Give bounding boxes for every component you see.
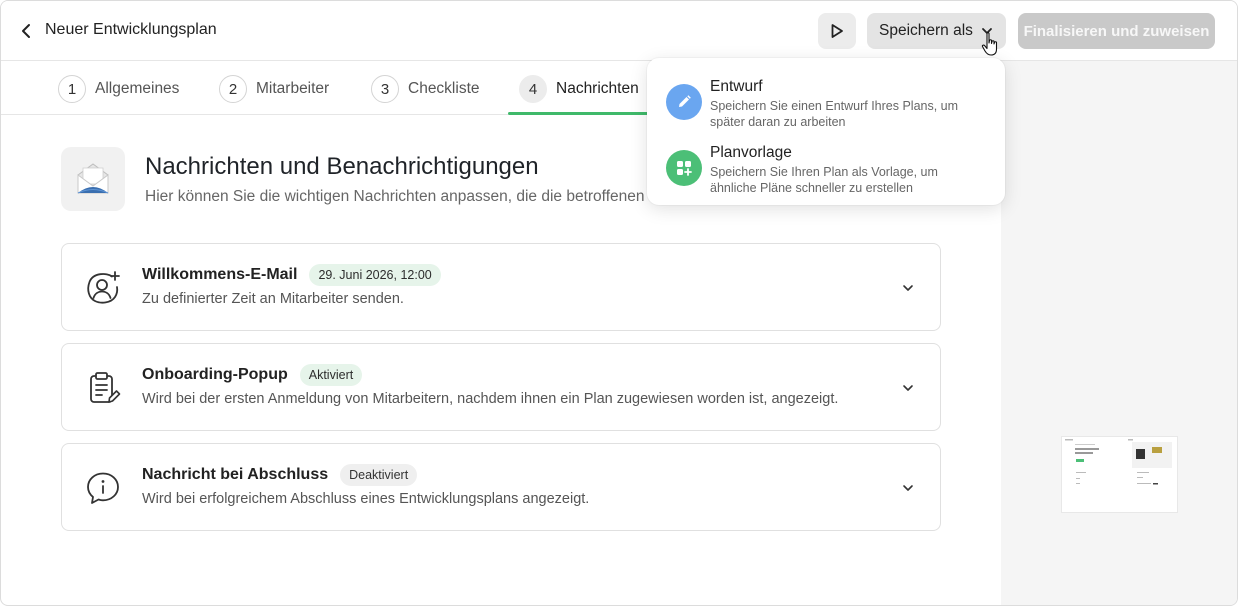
card-title: Onboarding-Popup [142,366,288,383]
message-card-welcome-email[interactable]: Willkommens-E-Mail 29. Juni 2026, 12:00 … [61,243,941,331]
chevron-down-icon[interactable] [900,380,916,396]
chevron-down-icon[interactable] [900,480,916,496]
card-description: Zu definierter Zeit an Mitarbeiter sende… [142,291,404,307]
card-title-row: Nachricht bei Abschluss Deaktiviert [142,464,418,486]
finalize-label: Finalisieren und zuweisen [1023,22,1210,40]
card-title-row: Willkommens-E-Mail 29. Juni 2026, 12:00 [142,264,441,286]
envelope-icon [77,163,109,194]
message-card-onboarding-popup[interactable]: Onboarding-Popup Aktiviert Wird bei der … [61,343,941,431]
finalize-assign-button[interactable]: Finalisieren und zuweisen [1018,13,1215,49]
card-description: Wird bei der ersten Anmeldung von Mitarb… [142,391,839,407]
play-icon [831,24,843,38]
save-as-label: Speichern als [879,22,973,39]
status-badge: Deaktiviert [340,464,418,486]
user-plus-icon [84,269,122,307]
menu-item-title: Planvorlage [710,144,792,161]
preview-pane [1001,61,1237,605]
status-badge: Aktiviert [299,364,363,386]
tab-label: Allgemeines [95,80,180,97]
section-subtitle: Hier können Sie die wichtigen Nachrichte… [145,188,646,205]
tab-mitarbeiter[interactable]: 2 Mitarbeiter [219,74,329,104]
tab-step-number: 3 [371,75,399,103]
card-title: Willkommens-E-Mail [142,266,298,283]
save-as-dropdown: Entwurf Speichern Sie einen Entwurf Ihre… [647,58,1005,205]
section-icon-box [61,147,125,211]
back-button[interactable] [15,19,37,43]
app-window: Neuer Entwicklungsplan Speichern als Fin… [0,0,1238,606]
preview-play-button[interactable] [818,13,856,49]
menu-item-template[interactable]: Planvorlage Speichern Sie Ihren Plan als… [647,136,1005,202]
menu-item-description: Speichern Sie einen Entwurf Ihres Plans,… [710,99,959,129]
page-preview-thumbnail[interactable] [1061,436,1178,513]
chevron-down-icon[interactable] [900,280,916,296]
card-title: Nachricht bei Abschluss [142,466,329,483]
section-title: Nachrichten und Benachrichtigungen [145,153,539,180]
tab-label: Nachrichten [556,80,639,97]
chevron-left-icon [22,24,30,38]
schedule-badge: 29. Juni 2026, 12:00 [309,264,441,286]
clipboard-edit-icon [84,369,122,407]
card-description: Wird bei erfolgreichem Abschluss eines E… [142,491,590,507]
active-tab-indicator [508,112,648,115]
tab-step-number: 1 [58,75,86,103]
tab-allgemeines[interactable]: 1 Allgemeines [58,74,179,104]
save-as-button[interactable]: Speichern als [867,13,1006,49]
tab-checkliste[interactable]: 3 Checkliste [371,74,480,104]
tab-step-number: 2 [219,75,247,103]
menu-item-title: Entwurf [710,78,763,95]
top-header: Neuer Entwicklungsplan Speichern als Fin… [1,1,1237,61]
card-title-row: Onboarding-Popup Aktiviert [142,364,363,386]
tab-step-number: 4 [519,75,547,103]
message-card-completion[interactable]: Nachricht bei Abschluss Deaktiviert Wird… [61,443,941,531]
preview-thumbnail-image [1065,439,1172,485]
pencil-icon [666,84,702,120]
menu-item-draft[interactable]: Entwurf Speichern Sie einen Entwurf Ihre… [647,70,1005,136]
tab-label: Checkliste [408,80,480,97]
chevron-down-icon [982,28,992,34]
info-chat-icon [84,469,122,507]
tab-nachrichten[interactable]: 4 Nachrichten [519,74,639,104]
template-add-icon [666,150,702,186]
tab-label: Mitarbeiter [256,80,330,97]
page-title: Neuer Entwicklungsplan [45,21,217,38]
menu-item-description: Speichern Sie Ihren Plan als Vorlage, um… [710,165,938,195]
